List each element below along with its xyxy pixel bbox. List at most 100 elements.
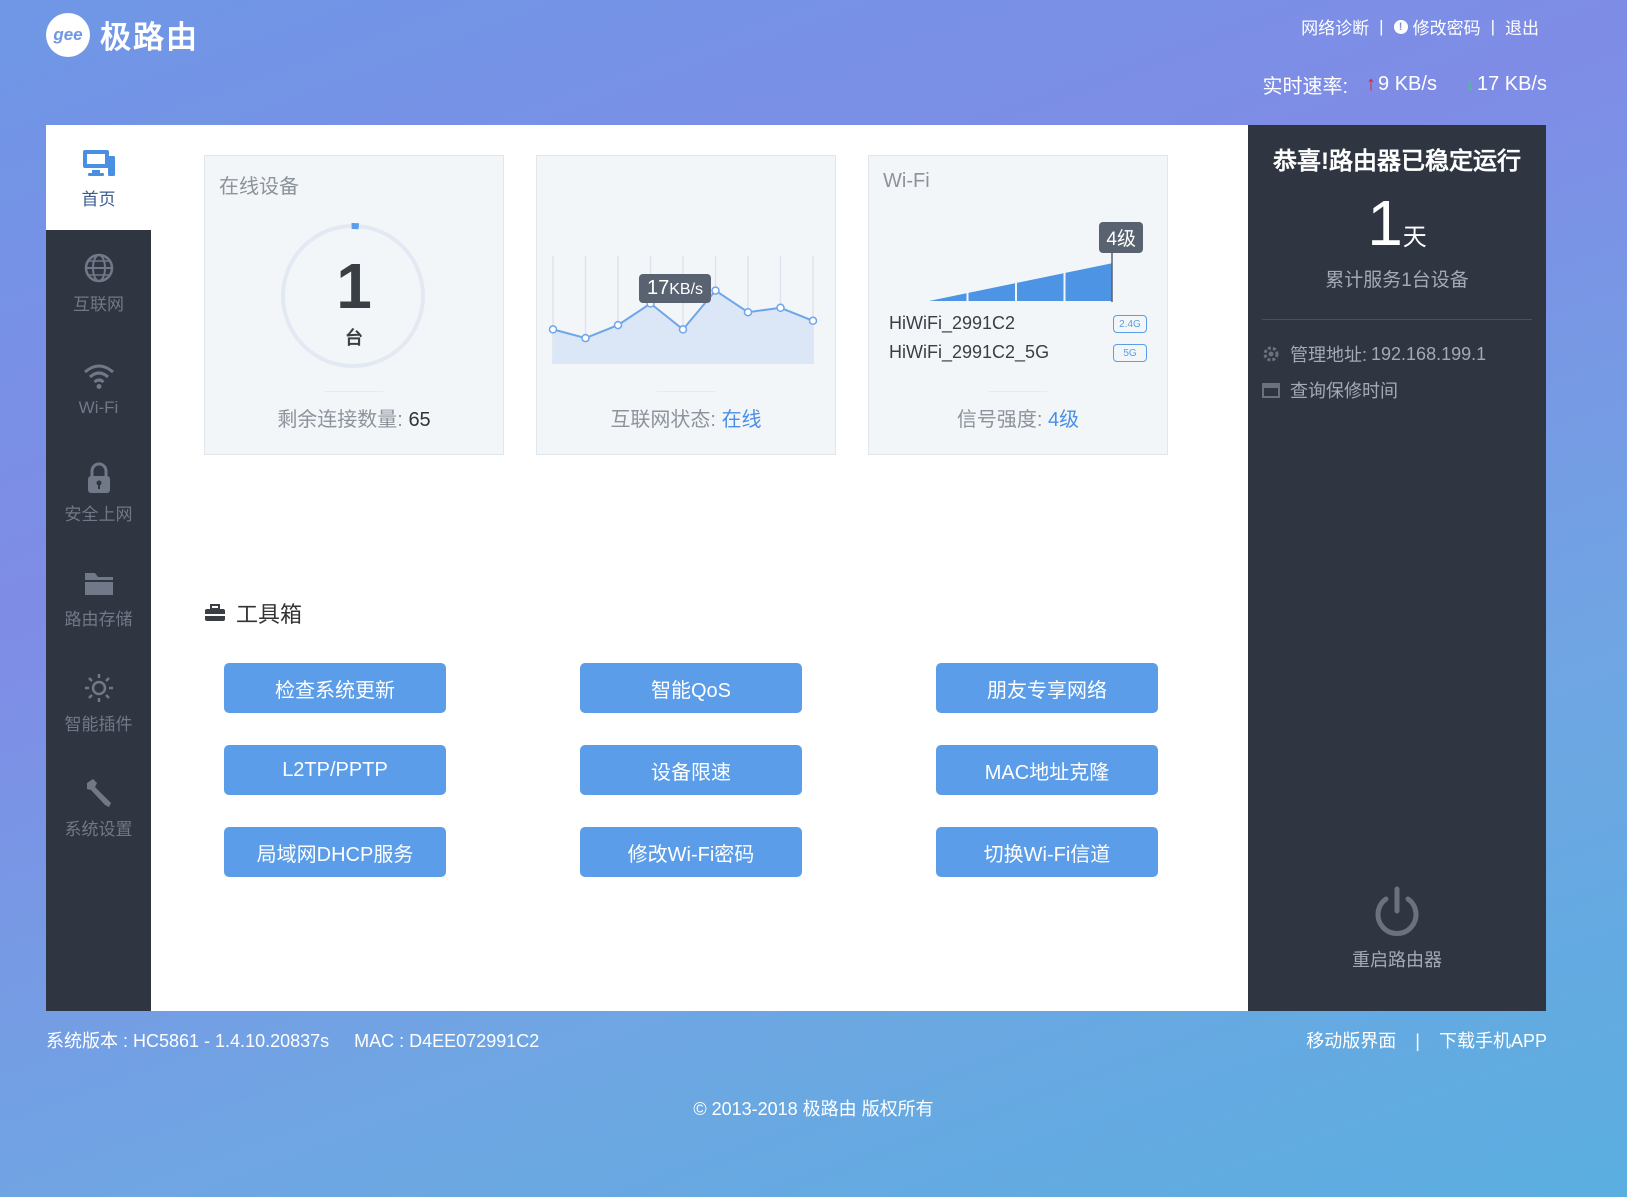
served-devices: 累计服务1台设备 <box>1325 270 1469 291</box>
signal-bar <box>966 280 1017 303</box>
footer-links: 移动版界面 | 下载手机APP <box>1306 1027 1547 1053</box>
globe-icon <box>83 250 115 286</box>
calendar-icon <box>1262 382 1280 398</box>
internet-status: 互联网状态: 在线 <box>537 403 835 432</box>
sidebar-item-internet[interactable]: 互联网 <box>46 230 151 335</box>
separator: | <box>1490 16 1495 36</box>
speed-point <box>808 316 818 326</box>
divider <box>657 391 715 392</box>
admin-label: 管理地址: <box>1290 345 1368 365</box>
change-password-link[interactable]: 修改密码 <box>1413 14 1481 39</box>
reboot-label: 重启路由器 <box>1352 950 1442 970</box>
sidebar-item-label: 智能插件 <box>64 715 133 734</box>
brand-name: 极路由 <box>100 20 199 55</box>
sidebar-item-label: 路由存储 <box>64 610 133 629</box>
power-icon <box>1375 886 1419 936</box>
wifi-icon <box>83 358 115 394</box>
dhcp-service-button[interactable]: 局域网DHCP服务 <box>224 827 446 877</box>
status-label: 互联网状态: <box>610 409 716 431</box>
sidebar-item-wifi[interactable]: Wi-Fi <box>46 335 151 440</box>
signal-bar <box>918 290 969 303</box>
divider <box>989 391 1047 392</box>
ssid-2g: HiWiFi_2991C2 <box>889 313 1016 333</box>
system-info: 系统版本 : HC5861 - 1.4.10.20837s MAC : D4EE… <box>46 1027 559 1053</box>
l2tp-pptp-button[interactable]: L2TP/PPTP <box>224 745 446 795</box>
current-speed-badge: 17KB/s <box>639 274 712 303</box>
main-panel: 首页 互联网 Wi-Fi 安全上网 路由存储 智能插件 系统设置 在线设备 1 … <box>46 125 1546 1011</box>
device-speed-limit-button[interactable]: 设备限速 <box>580 745 802 795</box>
warranty-row[interactable]: 查询保修时间 <box>1262 377 1398 403</box>
speed-label: 实时速率: <box>1262 76 1349 98</box>
signal-value: 4级 <box>1048 409 1080 431</box>
sidebar-item-security[interactable]: 安全上网 <box>46 440 151 545</box>
wifi-card[interactable]: Wi-Fi 4级 HiWiFi_2991C2 2.4G HiWiFi_2991C… <box>868 155 1168 455</box>
sidebar-item-settings[interactable]: 系统设置 <box>46 755 151 860</box>
realtime-speed: 实时速率: ↑ 9 KB/s ↓ 17 KB/s <box>1262 70 1547 99</box>
download-app-link[interactable]: 下载手机APP <box>1439 1031 1547 1051</box>
sidebar-item-label: 首页 <box>81 190 116 209</box>
divider <box>1262 319 1532 320</box>
info-icon: ! <box>1393 19 1408 34</box>
download-arrow-icon: ↓ <box>1464 73 1475 95</box>
status-value: 在线 <box>721 409 762 431</box>
copyright: © 2013-2018 极路由 版权所有 <box>693 1099 934 1119</box>
mac-clone-button[interactable]: MAC地址克隆 <box>936 745 1158 795</box>
sidebar-item-plugins[interactable]: 智能插件 <box>46 650 151 755</box>
uptime-days-unit: 天 <box>1402 224 1427 251</box>
router-status-panel: 恭喜!路由器已稳定运行 1天 累计服务1台设备 管理地址: 192.168.19… <box>1248 125 1546 1011</box>
switch-wifi-channel-button[interactable]: 切换Wi-Fi信道 <box>936 827 1158 877</box>
monitor-icon <box>82 145 116 181</box>
card-title: Wi-Fi <box>883 170 930 192</box>
sidebar-item-label: 安全上网 <box>64 505 133 524</box>
toolbox-icon <box>204 604 226 622</box>
separator: | <box>1415 1031 1420 1051</box>
sidebar-item-label: Wi-Fi <box>78 397 119 417</box>
signal-level-badge: 4级 <box>1099 222 1143 253</box>
sidebar-item-storage[interactable]: 路由存储 <box>46 545 151 650</box>
internet-card[interactable]: 17KB/s 互联网状态: 在线 <box>536 155 836 455</box>
signal-strength: 信号强度: 4级 <box>869 403 1167 432</box>
remaining-connections: 剩余连接数量: 65 <box>205 403 503 432</box>
logout-link[interactable]: 退出 <box>1505 14 1539 39</box>
signal-bar <box>1015 270 1066 303</box>
band-2g-badge: 2.4G <box>1113 315 1147 333</box>
mobile-view-link[interactable]: 移动版界面 <box>1306 1031 1396 1051</box>
sidebar: 首页 互联网 Wi-Fi 安全上网 路由存储 智能插件 系统设置 <box>46 125 151 1011</box>
mac-address: MAC : D4EE072991C2 <box>354 1031 540 1051</box>
sidebar-item-label: 互联网 <box>73 295 124 314</box>
signal-label: 信号强度: <box>956 409 1043 431</box>
signal-bar <box>1063 260 1114 303</box>
download-speed: 17 KB/s <box>1476 73 1547 95</box>
guest-network-button[interactable]: 朋友专享网络 <box>936 663 1158 713</box>
online-devices-card[interactable]: 在线设备 1 台 剩余连接数量: 65 <box>204 155 504 455</box>
speed-point <box>678 325 688 334</box>
firmware-version: 系统版本 : HC5861 - 1.4.10.20837s <box>46 1031 330 1051</box>
admin-address[interactable]: 192.168.199.1 <box>1371 344 1486 365</box>
smart-qos-button[interactable]: 智能QoS <box>580 663 802 713</box>
signal-strength-graphic <box>918 240 1114 303</box>
speed-point <box>776 303 785 313</box>
top-links: 网络诊断 | ! 修改密码 | 退出 <box>1301 14 1539 39</box>
upload-speed: 9 KB/s <box>1378 73 1437 95</box>
diagnose-link[interactable]: 网络诊断 <box>1301 14 1369 39</box>
uptime-days: 1天 <box>1248 191 1546 255</box>
sidebar-item-home[interactable]: 首页 <box>46 125 151 230</box>
lock-icon <box>86 460 112 496</box>
sun-icon <box>83 670 115 706</box>
speed-unit: KB/s <box>669 281 704 298</box>
remaining-value: 65 <box>408 409 431 431</box>
card-title: 在线设备 <box>219 176 299 198</box>
reboot-button[interactable]: 重启路由器 <box>1248 885 1546 972</box>
ssid-5g: HiWiFi_2991C2_5G <box>889 342 1050 362</box>
check-update-button[interactable]: 检查系统更新 <box>224 663 446 713</box>
folder-icon <box>83 565 115 601</box>
speed-value: 17 <box>647 277 670 299</box>
gear-icon <box>1262 345 1280 363</box>
warranty-link[interactable]: 查询保修时间 <box>1290 377 1398 403</box>
upload-arrow-icon: ↑ <box>1366 73 1377 95</box>
separator: | <box>1379 16 1384 36</box>
speed-point <box>548 325 558 334</box>
toolbox-heading: 工具箱 <box>204 597 302 629</box>
change-wifi-password-button[interactable]: 修改Wi-Fi密码 <box>580 827 802 877</box>
speed-point <box>613 320 623 330</box>
